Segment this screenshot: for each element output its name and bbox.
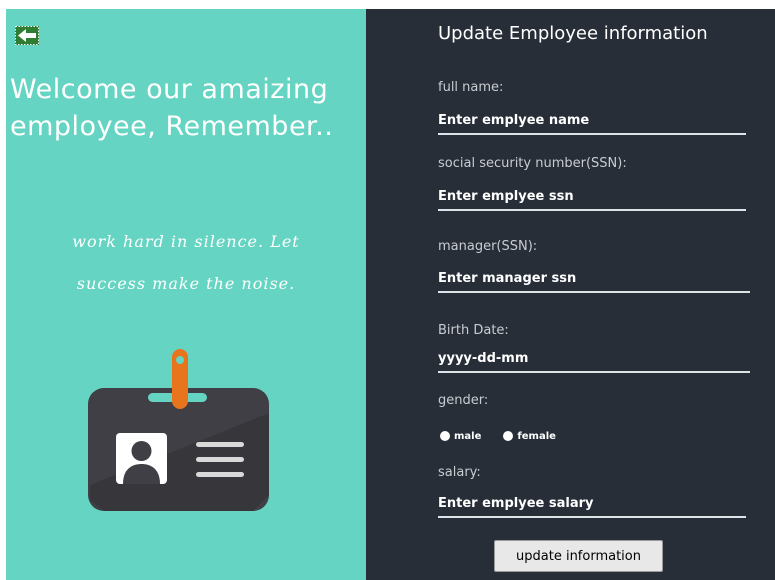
id-badge-icon	[88, 349, 269, 511]
quote-line-1: work hard in silence. Let	[72, 232, 300, 251]
full-name-label: full name:	[438, 80, 504, 95]
salary-label: salary:	[438, 465, 481, 480]
gender-female-label: female	[517, 430, 556, 442]
radio-dot-icon	[503, 431, 514, 441]
welcome-panel: Welcome our amaizing employee, Remember.…	[6, 9, 366, 580]
gender-label: gender:	[438, 393, 489, 408]
form-title: Update Employee information	[438, 23, 708, 44]
welcome-line-2: employee, Remember..	[10, 111, 334, 142]
welcome-heading: Welcome our amaizing employee, Remember.…	[10, 71, 362, 145]
gender-male-label: male	[454, 430, 482, 442]
radio-dot-icon	[440, 431, 450, 441]
salary-input[interactable]	[438, 490, 746, 518]
gender-male-radio[interactable]: male	[440, 431, 481, 442]
ssn-input[interactable]	[438, 183, 746, 211]
birth-date-input[interactable]	[438, 345, 750, 373]
full-name-input[interactable]	[438, 107, 746, 135]
welcome-line-1: Welcome our amaizing	[10, 74, 329, 105]
ssn-label: social security number(SSN):	[438, 156, 627, 171]
update-form-panel: Update Employee information full name: s…	[366, 9, 775, 580]
back-arrow-icon[interactable]	[15, 26, 39, 45]
app-window: Welcome our amaizing employee, Remember.…	[6, 9, 775, 580]
update-information-button[interactable]: update information	[494, 540, 663, 572]
manager-ssn-label: manager(SSN):	[438, 239, 538, 254]
manager-ssn-input[interactable]	[438, 265, 750, 293]
gender-female-radio[interactable]: female	[503, 431, 556, 442]
quote-line-2: success make the noise.	[76, 274, 296, 293]
birth-date-label: Birth Date:	[438, 323, 509, 338]
gender-radio-group: male female	[440, 428, 578, 444]
